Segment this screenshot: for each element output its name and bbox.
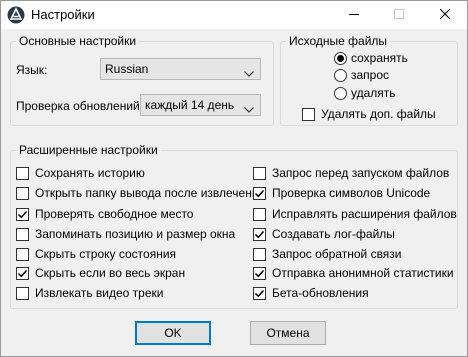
checkbox[interactable] bbox=[16, 227, 29, 241]
update-check-value: каждый 14 день bbox=[145, 98, 235, 112]
delete-extra-files-option[interactable]: Удалять доп. файлы bbox=[302, 106, 436, 122]
option-label: Сохранять историю bbox=[35, 166, 145, 180]
option-label: Скрыть строку состояния bbox=[35, 247, 177, 261]
minimize-icon bbox=[348, 8, 359, 22]
radio-keep[interactable] bbox=[334, 51, 347, 65]
checkmark-icon bbox=[254, 269, 265, 277]
checkbox[interactable] bbox=[253, 227, 266, 241]
source-option-label: сохранять bbox=[351, 51, 408, 65]
radio-ask[interactable] bbox=[334, 68, 347, 82]
chevron-down-icon bbox=[244, 66, 254, 80]
language-select[interactable]: Russian bbox=[100, 58, 261, 80]
ok-button-label: OK bbox=[164, 326, 182, 340]
checkmark-icon bbox=[254, 230, 265, 238]
basic-settings-legend: Основные настройки bbox=[19, 34, 137, 48]
option-label: Запрос обратной связи bbox=[272, 247, 402, 261]
checkbox[interactable] bbox=[253, 266, 266, 280]
source-option-ask[interactable]: запрос bbox=[334, 67, 389, 83]
checkbox[interactable] bbox=[253, 286, 266, 300]
option-label: Создавать лог-файлы bbox=[272, 227, 395, 241]
settings-window: Настройки Основные настройки Язык: Russi… bbox=[0, 0, 468, 357]
source-option-keep[interactable]: сохранять bbox=[334, 50, 408, 66]
option-label: Запрос перед запуском файлов bbox=[272, 166, 450, 180]
language-value: Russian bbox=[105, 62, 149, 76]
advanced-settings-legend: Расширенные настройки bbox=[19, 143, 158, 157]
option-remember-window[interactable]: Запоминать позицию и размер окна bbox=[16, 226, 235, 242]
update-check-label: Проверка обновлений: bbox=[16, 99, 144, 113]
checkmark-icon bbox=[254, 289, 265, 297]
option-ask-before-run[interactable]: Запрос перед запуском файлов bbox=[253, 165, 449, 181]
option-create-logs[interactable]: Создавать лог-файлы bbox=[253, 226, 395, 242]
source-option-label: запрос bbox=[351, 68, 390, 82]
checkmark-icon bbox=[254, 189, 265, 197]
checkbox[interactable] bbox=[253, 247, 266, 261]
language-label: Язык: bbox=[16, 63, 48, 77]
option-label: Извлекать видео треки bbox=[35, 286, 164, 300]
option-save-history[interactable]: Сохранять историю bbox=[16, 165, 145, 181]
option-label: Открыть папку вывода после извлечения bbox=[35, 186, 266, 200]
checkbox[interactable] bbox=[16, 207, 29, 221]
app-logo-icon bbox=[7, 6, 25, 24]
checkbox[interactable] bbox=[16, 286, 29, 300]
option-open-output-folder[interactable]: Открыть папку вывода после извлечения bbox=[16, 185, 265, 201]
minimize-button[interactable] bbox=[331, 1, 376, 29]
option-anonymous-stats[interactable]: Отправка анонимной статистики bbox=[253, 265, 454, 281]
option-check-free-space[interactable]: Проверять свободное место bbox=[16, 206, 193, 222]
source-option-delete[interactable]: удалять bbox=[334, 85, 396, 101]
chevron-down-icon bbox=[244, 102, 254, 116]
checkbox[interactable] bbox=[253, 166, 266, 180]
checkbox[interactable] bbox=[16, 266, 29, 280]
option-label: Проверять свободное место bbox=[35, 207, 194, 221]
option-label: Скрыть если во весь экран bbox=[35, 266, 186, 280]
close-button[interactable] bbox=[422, 1, 467, 29]
checkbox[interactable] bbox=[16, 247, 29, 261]
option-label: Бета-обновления bbox=[272, 286, 369, 300]
maximize-button bbox=[376, 1, 421, 29]
window-title: Настройки bbox=[31, 7, 95, 22]
update-check-select[interactable]: каждый 14 день bbox=[140, 94, 261, 116]
option-extract-video-tracks[interactable]: Извлекать видео треки bbox=[16, 285, 163, 301]
delete-extra-files-checkbox[interactable] bbox=[302, 107, 315, 121]
option-label: Исправлять расширения файлов bbox=[272, 207, 457, 221]
option-feedback-request[interactable]: Запрос обратной связи bbox=[253, 246, 402, 262]
option-label: Отправка анонимной статистики bbox=[272, 266, 454, 280]
option-label: Проверка символов Unicode bbox=[272, 186, 431, 200]
checkbox[interactable] bbox=[253, 207, 266, 221]
close-icon bbox=[439, 8, 450, 22]
option-beta-updates[interactable]: Бета-обновления bbox=[253, 285, 369, 301]
option-fix-extensions[interactable]: Исправлять расширения файлов bbox=[253, 206, 457, 222]
checkmark-icon bbox=[17, 210, 28, 218]
option-label: Запоминать позицию и размер окна bbox=[35, 227, 236, 241]
dialog-body: Основные настройки Язык: Russian Проверк… bbox=[1, 29, 467, 356]
delete-extra-files-label: Удалять доп. файлы bbox=[321, 107, 436, 121]
cancel-button[interactable]: Отмена bbox=[250, 321, 326, 345]
cancel-button-label: Отмена bbox=[266, 326, 310, 340]
checkbox[interactable] bbox=[16, 186, 29, 200]
maximize-icon bbox=[393, 8, 404, 22]
source-files-legend: Исходные файлы bbox=[289, 34, 388, 48]
title-bar[interactable]: Настройки bbox=[1, 1, 467, 29]
option-hide-fullscreen[interactable]: Скрыть если во весь экран bbox=[16, 265, 185, 281]
radio-delete[interactable] bbox=[334, 86, 347, 100]
option-unicode-check[interactable]: Проверка символов Unicode bbox=[253, 185, 430, 201]
ok-button[interactable]: OK bbox=[135, 321, 211, 345]
option-hide-status-bar[interactable]: Скрыть строку состояния bbox=[16, 246, 176, 262]
checkbox[interactable] bbox=[16, 166, 29, 180]
checkbox[interactable] bbox=[253, 186, 266, 200]
checkmark-icon bbox=[17, 269, 28, 277]
source-option-label: удалять bbox=[351, 86, 396, 100]
